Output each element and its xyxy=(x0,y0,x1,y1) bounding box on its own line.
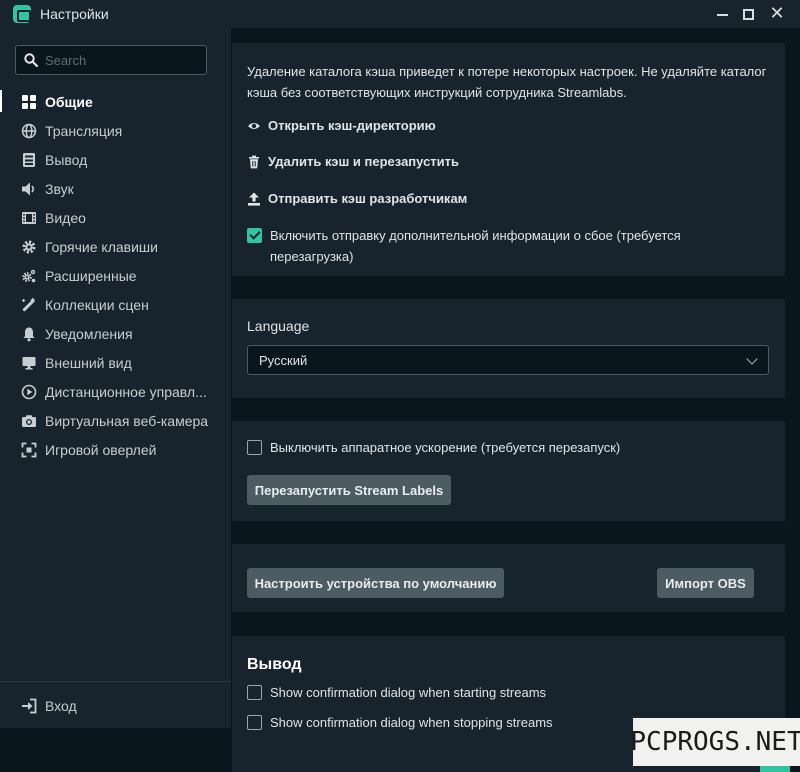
login-button[interactable]: Вход xyxy=(21,698,77,714)
sidebar-item-output[interactable]: Вывод xyxy=(0,145,231,174)
sidebar-item-label: Видео xyxy=(45,209,86,226)
sidebar-item-appearance[interactable]: Внешний вид xyxy=(0,348,231,377)
play-circle-icon xyxy=(21,384,37,399)
watermark: PCPROGS.NET xyxy=(630,718,800,766)
upload-cache-label: Отправить кэш разработчикам xyxy=(268,191,468,206)
hardware-acceleration-checkbox[interactable] xyxy=(247,440,262,455)
sidebar-item-remote-control[interactable]: Дистанционное управл... xyxy=(0,377,231,406)
film-icon xyxy=(22,211,36,224)
search-input[interactable] xyxy=(45,51,200,69)
camera-icon xyxy=(22,414,36,427)
sidebar-item-label: Коллекции сцен xyxy=(45,296,149,313)
output-section-title: Вывод xyxy=(247,656,302,673)
language-card: Language Русский xyxy=(232,299,785,398)
confirm-start-checkbox[interactable] xyxy=(247,685,262,700)
import-obs-button[interactable]: Импорт OBS xyxy=(657,568,754,598)
sidebar-item-stream[interactable]: Трансляция xyxy=(0,116,231,145)
confirm-stop-checkbox[interactable] xyxy=(247,715,262,730)
sidebar-item-label: Виртуальная веб-камера xyxy=(45,412,209,429)
sidebar-item-scene-collections[interactable]: Коллекции сцен xyxy=(0,290,231,319)
window-title: Настройки xyxy=(40,6,109,22)
output-icon xyxy=(23,152,35,167)
globe-icon xyxy=(21,123,37,138)
hardware-card: Выключить аппаратное ускорение (требуетс… xyxy=(232,421,785,521)
close-button[interactable]: ✕ xyxy=(760,0,794,28)
cache-card: Удаление каталога кэша приведет к потере… xyxy=(232,43,785,276)
sidebar: Общие Трансляция Вывод Звук xyxy=(0,28,231,728)
delete-cache-label: Удалить кэш и перезапустить xyxy=(268,154,460,169)
sidebar-item-label: Общие xyxy=(45,93,93,110)
sign-in-icon xyxy=(22,698,37,714)
sidebar-item-label: Расширенные xyxy=(45,267,137,284)
expand-icon xyxy=(21,442,37,457)
close-icon: ✕ xyxy=(769,3,785,24)
sidebar-divider xyxy=(0,681,231,682)
sidebar-item-advanced[interactable]: Расширенные xyxy=(0,261,231,290)
upload-cache-button[interactable]: Отправить кэш разработчикам xyxy=(247,191,467,206)
confirm-start-option[interactable]: Show confirmation dialog when starting s… xyxy=(247,682,546,703)
sidebar-item-label: Звук xyxy=(45,180,74,197)
restart-stream-labels-button[interactable]: Перезапустить Stream Labels xyxy=(247,475,451,505)
configure-default-devices-button[interactable]: Настроить устройства по умолчанию xyxy=(247,568,504,598)
sidebar-item-game-overlay[interactable]: Игровой оверлей xyxy=(0,435,231,464)
bottom-strip xyxy=(0,728,231,772)
chevron-down-icon xyxy=(746,353,758,365)
confirm-stop-label: Show confirmation dialog when stopping s… xyxy=(270,715,553,730)
delete-cache-button[interactable]: Удалить кэш и перезапустить xyxy=(247,154,459,169)
grid-icon xyxy=(22,94,36,109)
bell-icon xyxy=(23,327,35,341)
confirm-start-label: Show confirmation dialog when starting s… xyxy=(270,685,547,700)
hardware-acceleration-option[interactable]: Выключить аппаратное ускорение (требуетс… xyxy=(247,437,620,458)
confirm-stop-option[interactable]: Show confirmation dialog when stopping s… xyxy=(247,712,553,733)
language-label: Language xyxy=(247,318,310,334)
settings-nav: Общие Трансляция Вывод Звук Видео Горячи… xyxy=(0,87,231,464)
sidebar-item-label: Уведомления xyxy=(45,325,133,342)
sidebar-item-general[interactable]: Общие xyxy=(0,87,231,116)
eye-icon xyxy=(248,122,260,129)
gear-icon xyxy=(22,240,36,253)
login-label: Вход xyxy=(45,698,77,714)
language-select[interactable]: Русский xyxy=(247,345,769,375)
crash-report-label: Включить отправку дополнительной информа… xyxy=(270,228,681,264)
title-bar: Настройки ✕ xyxy=(0,0,800,28)
minimize-icon xyxy=(716,14,728,16)
sidebar-item-video[interactable]: Видео xyxy=(0,203,231,232)
streamlabs-logo-icon xyxy=(13,5,31,23)
search-box[interactable] xyxy=(15,45,207,75)
gears-icon xyxy=(22,269,36,282)
magic-wand-icon xyxy=(22,297,35,311)
sidebar-item-label: Внешний вид xyxy=(45,354,132,371)
sidebar-item-audio[interactable]: Звук xyxy=(0,174,231,203)
language-selected-value: Русский xyxy=(259,352,308,368)
sidebar-item-virtual-webcam[interactable]: Виртуальная веб-камера xyxy=(0,406,231,435)
devices-card: Настроить устройства по умолчанию Импорт… xyxy=(232,544,785,612)
hardware-acceleration-label: Выключить аппаратное ускорение (требуетс… xyxy=(270,440,621,455)
sidebar-item-label: Дистанционное управл... xyxy=(45,383,207,400)
sidebar-item-label: Игровой оверлей xyxy=(45,441,157,458)
open-cache-button[interactable]: Открыть кэш-директорию xyxy=(247,118,436,133)
sidebar-item-label: Горячие клавиши xyxy=(45,238,158,255)
crash-report-checkbox[interactable] xyxy=(247,228,262,243)
sidebar-item-notifications[interactable]: Уведомления xyxy=(0,319,231,348)
sidebar-item-label: Вывод xyxy=(45,151,88,168)
open-cache-label: Открыть кэш-директорию xyxy=(268,118,436,133)
speaker-icon xyxy=(22,182,35,195)
search-icon xyxy=(24,53,38,67)
sidebar-item-hotkeys[interactable]: Горячие клавиши xyxy=(0,232,231,261)
upload-icon xyxy=(248,192,260,206)
monitor-icon xyxy=(22,356,36,369)
maximize-icon xyxy=(742,8,754,20)
settings-content: Удаление каталога кэша приведет к потере… xyxy=(231,28,800,772)
trash-icon xyxy=(249,155,259,168)
sidebar-item-label: Трансляция xyxy=(45,122,123,139)
crash-report-option[interactable]: Включить отправку дополнительной информа… xyxy=(247,225,717,267)
cache-warning-text: Удаление каталога кэша приведет к потере… xyxy=(247,64,767,100)
